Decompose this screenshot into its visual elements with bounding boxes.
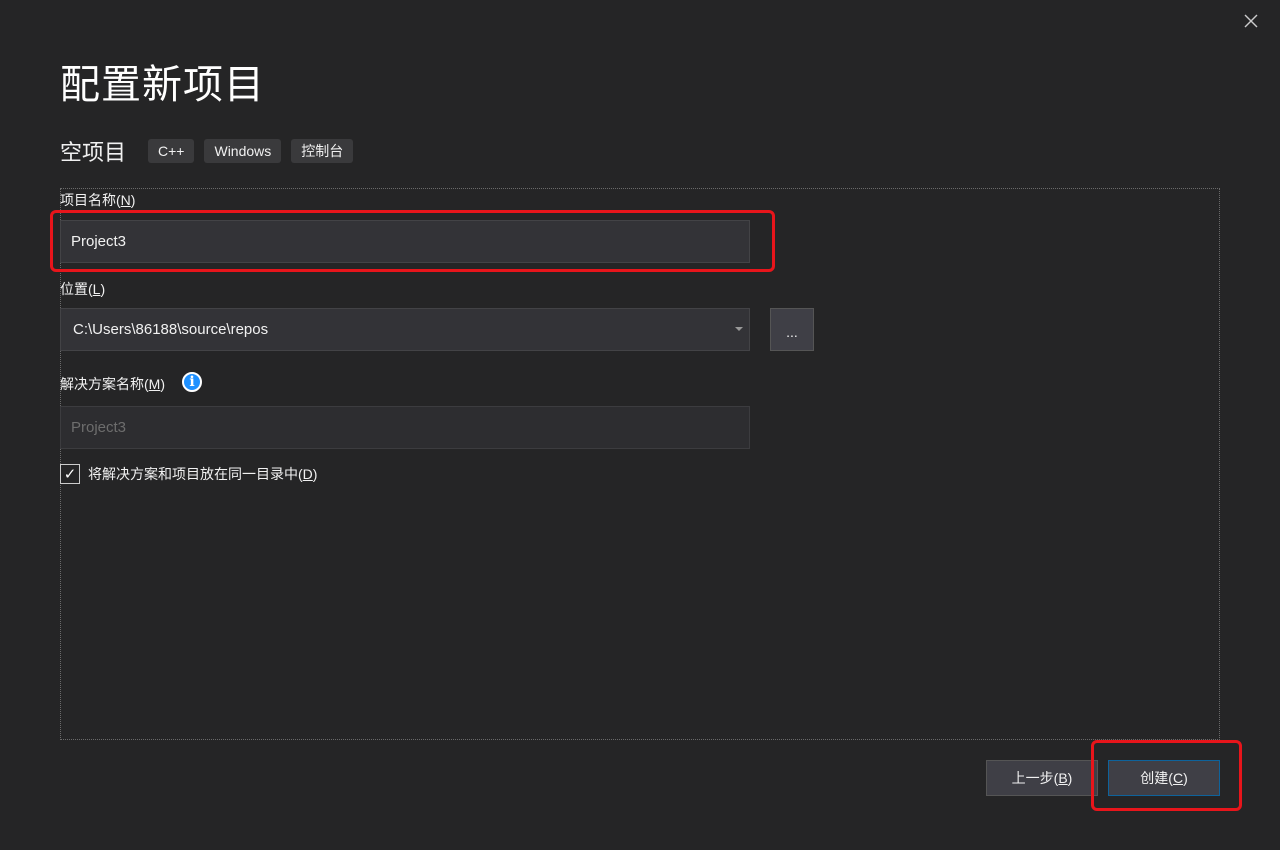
location-dropdown[interactable]: C:\Users\86188\source\repos bbox=[60, 308, 750, 351]
tag-console: 控制台 bbox=[291, 139, 354, 163]
tag-cpp: C++ bbox=[148, 139, 195, 163]
template-info: 空项目 C++ Windows 控制台 bbox=[60, 135, 363, 167]
location-label: 位置(L) bbox=[60, 281, 106, 297]
template-name: 空项目 bbox=[60, 140, 127, 165]
page-title: 配置新项目 bbox=[60, 63, 265, 107]
tag-windows: Windows bbox=[204, 139, 282, 163]
solution-name-input bbox=[60, 406, 750, 449]
back-button[interactable]: 上一步(B) bbox=[986, 760, 1098, 796]
project-name-input[interactable] bbox=[60, 220, 750, 263]
same-directory-label: 将解决方案和项目放在同一目录中(D) bbox=[88, 466, 318, 482]
same-directory-checkbox[interactable]: ✓ bbox=[60, 464, 80, 484]
close-icon bbox=[1244, 14, 1258, 28]
info-icon[interactable]: i bbox=[182, 372, 202, 392]
location-value: C:\Users\86188\source\repos bbox=[73, 321, 269, 338]
create-button[interactable]: 创建(C) bbox=[1108, 760, 1220, 796]
checkmark-icon: ✓ bbox=[63, 466, 77, 483]
close-button[interactable] bbox=[1236, 6, 1266, 36]
chevron-down-icon bbox=[735, 327, 743, 331]
project-name-label: 项目名称(N) bbox=[60, 192, 136, 208]
browse-button[interactable]: ... bbox=[770, 308, 814, 351]
same-directory-option[interactable]: ✓ 将解决方案和项目放在同一目录中(D) bbox=[60, 464, 317, 484]
solution-name-label: 解决方案名称(M) bbox=[60, 376, 166, 392]
